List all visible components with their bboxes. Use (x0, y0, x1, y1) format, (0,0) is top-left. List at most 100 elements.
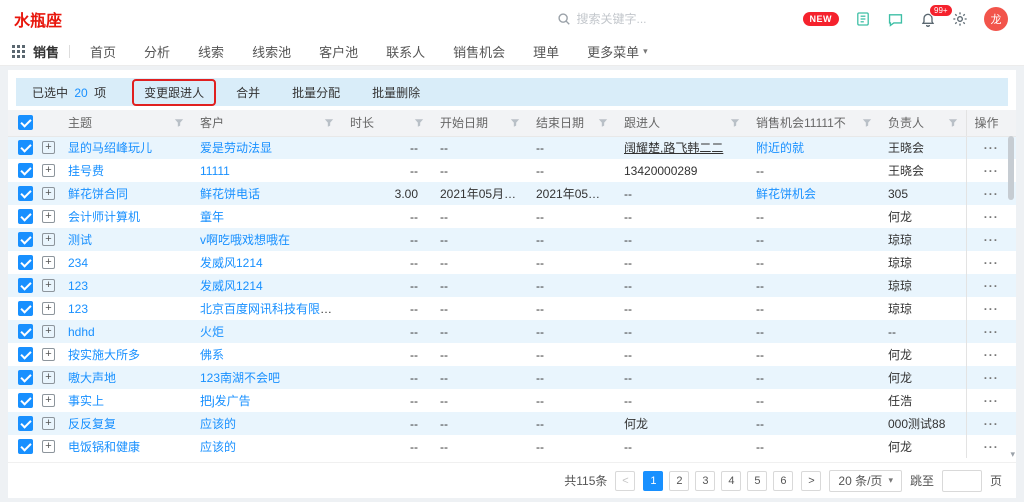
cell-text[interactable]: 发威风1214 (200, 279, 263, 293)
cell-text[interactable]: 反反复复 (68, 417, 116, 431)
page-size-select[interactable]: 20 条/页 ▾ (829, 470, 902, 492)
expand-row-button[interactable]: + (42, 348, 55, 361)
row-checkbox[interactable] (18, 140, 33, 155)
cell-text[interactable]: v啊吃哦戏想哦在 (200, 233, 290, 247)
jump-page-input[interactable] (942, 470, 982, 492)
nav-item-7[interactable]: 理单 (519, 42, 573, 61)
row-checkbox[interactable] (18, 278, 33, 293)
cell-text[interactable]: 123 (68, 279, 88, 293)
toolbar-button-0[interactable]: 变更跟进人 (132, 79, 216, 106)
filter-icon[interactable] (174, 118, 184, 128)
cell-text[interactable]: 会计师计算机 (68, 210, 140, 224)
vertical-scrollbar[interactable] (1008, 110, 1014, 450)
cell-text[interactable]: 测试 (68, 233, 92, 247)
nav-item-6[interactable]: 销售机会 (439, 42, 519, 61)
cell-text[interactable]: 童年 (200, 210, 224, 224)
cell-text[interactable]: 阔耀楚,路飞韩二二 (624, 141, 723, 155)
expand-row-button[interactable]: + (42, 141, 55, 154)
cell-text[interactable]: 123 (68, 302, 88, 316)
row-checkbox[interactable] (18, 163, 33, 178)
row-checkbox[interactable] (18, 301, 33, 316)
expand-row-button[interactable]: + (42, 279, 55, 292)
toolbar-button-1[interactable]: 合并 (224, 79, 272, 106)
cell-text[interactable]: 11111 (200, 164, 230, 178)
row-checkbox[interactable] (18, 370, 33, 385)
row-actions-button[interactable]: ··· (984, 164, 999, 178)
page-button-6[interactable]: 6 (773, 471, 793, 491)
bell-icon[interactable]: 99+ (920, 11, 936, 27)
row-actions-button[interactable]: ··· (984, 210, 999, 224)
row-checkbox[interactable] (18, 439, 33, 454)
message-icon[interactable] (887, 11, 904, 28)
filter-icon[interactable] (598, 118, 608, 128)
nav-item-1[interactable]: 分析 (130, 42, 184, 61)
expand-row-button[interactable]: + (42, 164, 55, 177)
row-actions-button[interactable]: ··· (984, 233, 999, 247)
cell-text[interactable]: 按实施大所多 (68, 348, 140, 362)
cell-text[interactable]: 挂号费 (68, 164, 104, 178)
user-avatar[interactable]: 龙 (984, 7, 1008, 31)
filter-icon[interactable] (324, 118, 334, 128)
toolbar-button-2[interactable]: 批量分配 (280, 79, 352, 106)
row-actions-button[interactable]: ··· (984, 371, 999, 385)
nav-item-2[interactable]: 线索 (184, 42, 238, 61)
cell-text[interactable]: 123南湖不会吧 (200, 371, 280, 385)
expand-row-button[interactable]: + (42, 417, 55, 430)
page-button-4[interactable]: 4 (721, 471, 741, 491)
nav-item-more-menu[interactable]: 更多菜单 ▾ (573, 42, 662, 61)
cell-text[interactable]: 发威风1214 (200, 256, 263, 270)
module-label[interactable]: 销售 (33, 42, 59, 61)
gear-icon[interactable] (952, 11, 968, 27)
cell-text[interactable]: 应该的 (200, 417, 236, 431)
cell-text[interactable]: 北京百度网讯科技有限公司 (200, 302, 342, 316)
cell-text[interactable]: 爱是劳动法显 (200, 141, 272, 155)
expand-row-button[interactable]: + (42, 325, 55, 338)
cell-text[interactable]: 事实上 (68, 394, 104, 408)
row-actions-button[interactable]: ··· (984, 302, 999, 316)
filter-icon[interactable] (510, 118, 520, 128)
page-button-1[interactable]: 1 (643, 471, 663, 491)
filter-icon[interactable] (414, 118, 424, 128)
scrollbar-thumb[interactable] (1008, 136, 1014, 200)
expand-row-button[interactable]: + (42, 210, 55, 223)
nav-item-4[interactable]: 客户池 (305, 42, 372, 61)
row-checkbox[interactable] (18, 393, 33, 408)
row-actions-button[interactable]: ··· (984, 325, 999, 339)
apps-grid-icon[interactable] (12, 45, 25, 58)
cell-text[interactable]: 鲜花饼合同 (68, 187, 128, 201)
row-checkbox[interactable] (18, 324, 33, 339)
expand-row-button[interactable]: + (42, 302, 55, 315)
expand-row-button[interactable]: + (42, 187, 55, 200)
row-checkbox[interactable] (18, 209, 33, 224)
cell-text[interactable]: 显的马绍峰玩儿 (68, 141, 152, 155)
row-actions-button[interactable]: ··· (984, 279, 999, 293)
cell-text[interactable]: 鲜花饼电话 (200, 187, 260, 201)
row-checkbox[interactable] (18, 347, 33, 362)
row-actions-button[interactable]: ··· (984, 187, 999, 201)
expand-row-button[interactable]: + (42, 440, 55, 453)
page-button-2[interactable]: 2 (669, 471, 689, 491)
row-checkbox[interactable] (18, 416, 33, 431)
expand-row-button[interactable]: + (42, 371, 55, 384)
select-all-checkbox[interactable] (18, 115, 33, 130)
cell-text[interactable]: 鲜花饼机会 (756, 187, 816, 201)
row-actions-button[interactable]: ··· (984, 141, 999, 155)
cell-text[interactable]: hdhd (68, 325, 95, 339)
row-actions-button[interactable]: ··· (984, 256, 999, 270)
cell-text[interactable]: 佛系 (200, 348, 224, 362)
filter-icon[interactable] (948, 118, 958, 128)
toolbar-button-3[interactable]: 批量删除 (360, 79, 432, 106)
cell-text[interactable]: 把j发广告 (200, 394, 251, 408)
notebook-icon[interactable] (855, 11, 871, 27)
nav-item-0[interactable]: 首页 (76, 42, 130, 61)
search-input[interactable] (577, 12, 747, 26)
row-actions-button[interactable]: ··· (984, 417, 999, 431)
row-actions-button[interactable]: ··· (984, 394, 999, 408)
row-actions-button[interactable]: ··· (984, 440, 999, 454)
row-checkbox[interactable] (18, 186, 33, 201)
filter-icon[interactable] (862, 118, 872, 128)
expand-row-button[interactable]: + (42, 233, 55, 246)
cell-text[interactable]: 234 (68, 256, 88, 270)
cell-text[interactable]: 应该的 (200, 440, 236, 454)
row-checkbox[interactable] (18, 255, 33, 270)
